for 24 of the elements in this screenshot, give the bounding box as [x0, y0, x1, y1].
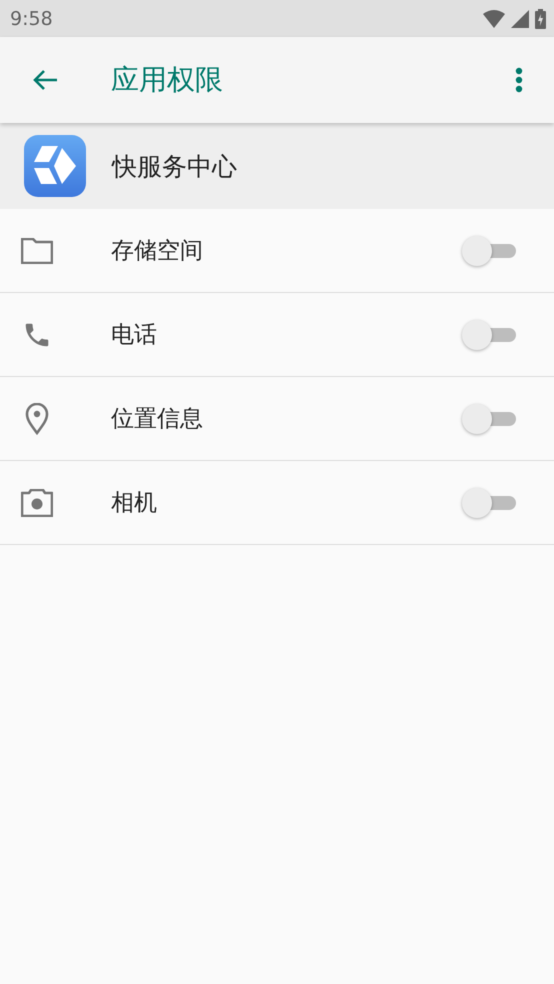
- folder-icon: [21, 238, 53, 264]
- back-arrow-icon: [31, 68, 59, 92]
- permission-row[interactable]: 电话: [0, 293, 554, 377]
- toggle-switch[interactable]: [462, 488, 516, 518]
- permission-label: 电话: [111, 321, 158, 350]
- toggle-switch[interactable]: [462, 404, 516, 434]
- app-icon: [24, 135, 86, 197]
- permission-label: 相机: [111, 489, 158, 518]
- permission-label: 位置信息: [111, 405, 204, 434]
- app-name: 快服务中心: [112, 150, 237, 182]
- permission-row[interactable]: 存储空间: [0, 209, 554, 293]
- more-vert-icon: [515, 67, 523, 93]
- status-time: 9:58: [10, 8, 53, 30]
- screen-title: 应用权限: [111, 62, 224, 98]
- wifi-icon: [483, 10, 505, 28]
- camera-icon: [21, 488, 53, 516]
- permission-row[interactable]: 位置信息: [0, 377, 554, 461]
- signal-icon: [511, 10, 529, 28]
- battery-charging-icon: [535, 8, 546, 28]
- toggle-switch[interactable]: [462, 320, 516, 350]
- permission-label: 存储空间: [111, 237, 204, 266]
- toggle-switch[interactable]: [462, 236, 516, 266]
- location-pin-icon: [25, 402, 49, 434]
- permission-row[interactable]: 相机: [0, 461, 554, 545]
